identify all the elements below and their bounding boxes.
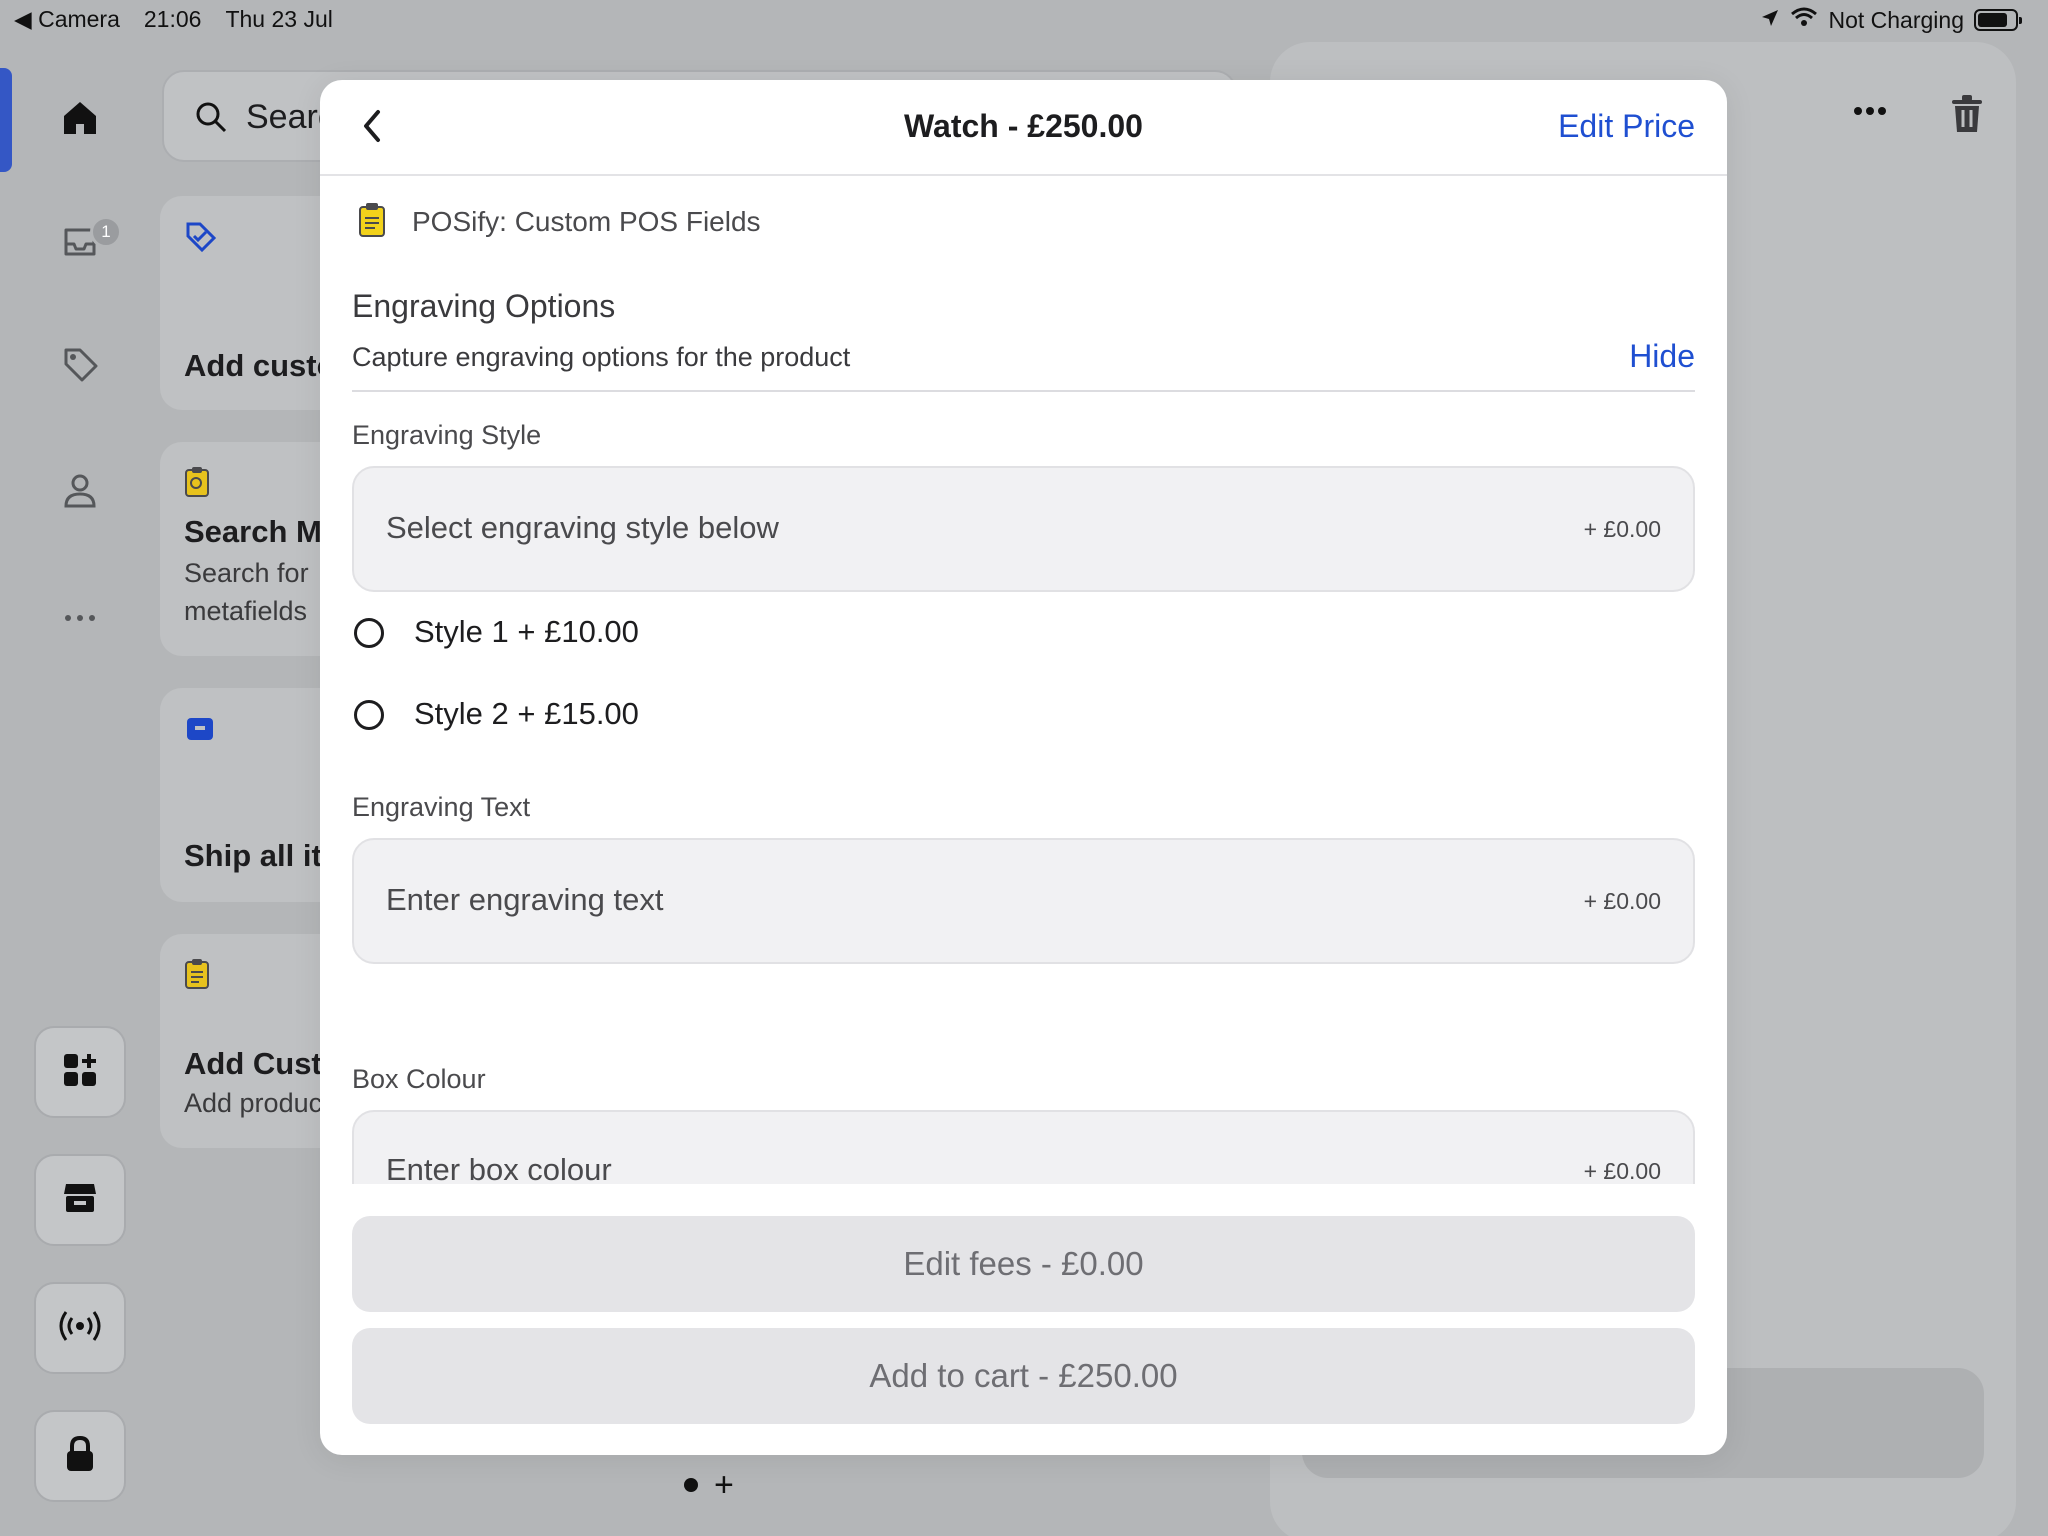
modal-header: Watch - £250.00 Edit Price (320, 80, 1727, 176)
status-date: Thu 23 Jul (225, 6, 333, 32)
section-divider (352, 390, 1695, 392)
app-attribution: POSify: Custom POS Fields (358, 202, 761, 243)
add-tile-button[interactable] (34, 1026, 126, 1118)
grid-plus-icon (60, 1050, 100, 1095)
page-dot (684, 1478, 698, 1492)
products-tag-icon[interactable] (56, 340, 104, 388)
search-icon (194, 100, 228, 139)
battery-icon (1974, 9, 2022, 31)
section-title: Engraving Options (352, 288, 616, 324)
box-icon (184, 712, 216, 749)
box-colour-input[interactable]: Enter box colour + £0.00 (352, 1110, 1695, 1184)
engraving-style-fee: + £0.00 (1583, 516, 1661, 542)
engraving-style-placeholder: Select engraving style below (386, 510, 779, 545)
modal-title: Watch - £250.00 (904, 108, 1143, 144)
radio-label: Style 2 + £15.00 (414, 696, 639, 731)
box-colour-label: Box Colour (352, 1064, 486, 1094)
sale-tag-check-icon (184, 220, 218, 259)
engraving-text-input[interactable]: Enter engraving text + £0.00 (352, 838, 1695, 964)
radio-circle-icon[interactable] (354, 700, 384, 730)
nav-active-indicator (0, 68, 12, 172)
add-page-plus-icon[interactable]: + (714, 1468, 734, 1502)
status-bar: ◀ Camera 21:06 Thu 23 Jul Not Charging (0, 0, 2048, 40)
tile-subtitle-line2: metafields (184, 596, 308, 626)
tile-subtitle-line1: Search for (184, 558, 309, 588)
store-icon (60, 1178, 100, 1223)
home-icon[interactable] (56, 94, 104, 142)
box-colour-clip: Enter box colour + £0.00 (320, 1110, 1727, 1184)
store-button[interactable] (34, 1154, 126, 1246)
radio-option-style-1[interactable]: Style 1 + £10.00 (354, 614, 639, 649)
clipboard-app-icon (358, 202, 386, 243)
back-to-app-link[interactable]: ◀ Camera (14, 6, 120, 33)
hide-section-button[interactable]: Hide (1629, 338, 1695, 375)
clipboard-search-icon (184, 466, 210, 503)
trash-icon[interactable] (1950, 94, 1984, 139)
engraving-text-fee: + £0.00 (1583, 888, 1661, 914)
options-scroll-area[interactable] (320, 178, 1727, 1184)
location-icon (1760, 7, 1780, 34)
section-description: Capture engraving options for the produc… (352, 342, 851, 372)
engraving-style-label: Engraving Style (352, 420, 542, 450)
wifi-icon (1790, 6, 1818, 34)
box-colour-fee: + £0.00 (1583, 1158, 1661, 1184)
broadcast-button[interactable] (34, 1282, 126, 1374)
add-to-cart-button[interactable]: Add to cart - £250.00 (352, 1328, 1695, 1424)
app-name: POSify: Custom POS Fields (412, 206, 761, 237)
engraving-style-select[interactable]: Select engraving style below + £0.00 (352, 466, 1695, 592)
tile-subtitle: Add product (184, 1088, 330, 1118)
radio-label: Style 1 + £10.00 (414, 614, 639, 649)
charging-status: Not Charging (1828, 6, 1964, 33)
broadcast-icon (58, 1306, 102, 1351)
radio-option-style-2[interactable]: Style 2 + £15.00 (354, 696, 639, 731)
edit-price-button[interactable]: Edit Price (1558, 108, 1695, 145)
status-time: 21:06 (143, 6, 202, 32)
edit-fees-button[interactable]: Edit fees - £0.00 (352, 1216, 1695, 1312)
more-horizontal-icon[interactable] (1852, 104, 1888, 122)
more-dots-icon[interactable] (56, 590, 104, 638)
engraving-text-placeholder: Enter engraving text (386, 882, 664, 917)
lock-button[interactable] (34, 1410, 126, 1502)
radio-circle-icon[interactable] (354, 618, 384, 648)
clipboard-icon (184, 958, 210, 995)
product-options-modal: Watch - £250.00 Edit Price POSify: Custo… (320, 80, 1727, 1455)
lock-icon (62, 1434, 98, 1479)
customers-person-icon[interactable] (56, 466, 104, 514)
engraving-text-label: Engraving Text (352, 792, 531, 822)
inbox-count-badge: 1 (90, 216, 122, 248)
box-colour-placeholder: Enter box colour (386, 1152, 612, 1184)
page-indicator[interactable]: + (684, 1468, 748, 1502)
